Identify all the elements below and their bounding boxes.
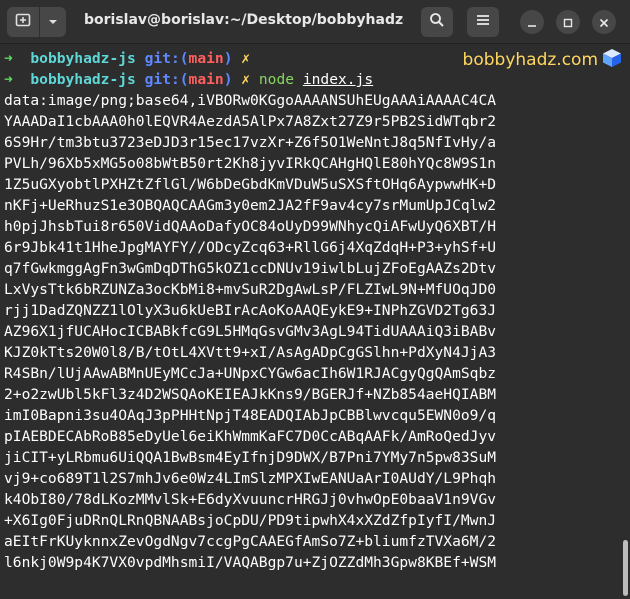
output-line: KJZ0kTts20W0l8/B/tOtL4XVtt9+xI/AsAgADpCg… <box>4 344 497 361</box>
scrollbar-thumb[interactable] <box>623 540 628 596</box>
new-tab-button[interactable] <box>7 7 39 37</box>
output-line: +X6Ig0FjuDRnQLRnQBNAABsjoCpDU/PD9tipwhX4… <box>4 512 497 529</box>
command-argument: index.js <box>302 71 374 88</box>
cube-icon <box>602 48 622 73</box>
output-line: imI0Bapni3su4OAqJ3pPHHtNpjT48EADQIAbJpCB… <box>4 407 497 424</box>
prompt-directory: bobbyhadz-js <box>30 71 136 88</box>
hamburger-menu-button[interactable] <box>467 7 499 37</box>
search-icon <box>429 12 445 32</box>
prompt-git-prefix: git:( <box>144 50 189 67</box>
title-bar: borislav@borislav:~/Desktop/bobbyhadz-r.… <box>0 0 630 44</box>
prompt-git-prefix: git:( <box>144 71 189 88</box>
search-button[interactable] <box>421 7 453 37</box>
prompt-dirty-icon: ✗ <box>241 71 251 88</box>
output-line: jiCIT+yLRbmu6UiQQA1BwBsm4EyIfnjD9DWX/B7P… <box>4 449 497 466</box>
watermark: bobbyhadz.com <box>463 48 622 72</box>
output-line: vj9+co689T1l2S7mhJv6e0Wz4LImSlzMPXIwEANU… <box>4 470 497 487</box>
command-name: node <box>258 71 295 88</box>
output-line: rjj1DadZQNZZ1lOlyX3u6kUeBIrAcAoKoAAQEykE… <box>4 302 497 319</box>
prompt-arrow-icon: ➜ <box>4 50 13 67</box>
prompt-arrow-icon: ➜ <box>4 71 13 88</box>
minimize-icon <box>527 13 537 32</box>
prompt-git-suffix: ) <box>223 50 233 67</box>
hamburger-menu-icon <box>475 12 491 32</box>
output-line: l6nkj0W9p4K7VX0vpdMhsmiI/VAQABgp7u+ZjOZZ… <box>4 554 497 571</box>
output-line: k4ObI80/78dLKozMMvlSk+E6dyXvuuncrHRGJj0v… <box>4 491 497 508</box>
close-button[interactable] <box>592 10 616 34</box>
output-line: data:image/png;base64,iVBORw0KGgoAAAANSU… <box>4 92 497 109</box>
maximize-button[interactable] <box>556 10 580 34</box>
prompt-git-suffix: ) <box>223 71 233 88</box>
chevron-down-icon <box>47 13 59 32</box>
new-tab-icon <box>15 12 31 32</box>
prompt-line: ➜ bobbyhadz-js git:(main) ✗ <box>4 48 250 69</box>
output-line: h0pjJhsbTui8r650VidQAAoDafyOC84oUyD99WNh… <box>4 218 497 235</box>
output-line: LxVysTtk6bRZUNZa3ocKbMi8+mvSuR2DgAwLsP/F… <box>4 281 497 298</box>
terminal-window: borislav@borislav:~/Desktop/bobbyhadz-r.… <box>0 0 630 599</box>
close-icon <box>599 13 609 32</box>
prompt-directory: bobbyhadz-js <box>30 50 136 67</box>
prompt-dirty-icon: ✗ <box>241 50 251 67</box>
output-line: R4SBn/lUjAAwABMnUEyMCcJa+UNpxCYGw6acIh6W… <box>4 365 497 382</box>
output-line: nKFj+UeRhuzS1e3OBQAQCAAGm3y0em2JA2fF9av4… <box>4 197 497 214</box>
output-line: q7fGwkmggAgFn3wGmDqDThG5kOZ1ccDNUv19iwlb… <box>4 260 497 277</box>
output-line: 1Z5uGXyobtlPXHZtZflGl/W6bDeGbdKmVDuW5uSX… <box>4 176 497 193</box>
prompt-branch: main <box>188 71 224 88</box>
output-line: 2+o2zwUbl5kFl3z4D2WSQAoKEIEAJkKns9/BGERJ… <box>4 386 497 403</box>
tab-menu-button[interactable] <box>40 7 66 37</box>
terminal-output-area[interactable]: bobbyhadz.com ➜ bobbyhadz-js git:(main) … <box>0 44 630 599</box>
output-line: PVLh/96Xb5xMG5o08bWtB50rt2Kh8jyvIRkQCAHg… <box>4 155 497 172</box>
output-line: 6r9Jbk41t1HheJpgMAYFY//ODcyZcq63+RllG6j4… <box>4 239 497 256</box>
output-line: pIAEBDECAbRoB85eDyUel6eiKhWmmKaFC7D0CcAB… <box>4 428 497 445</box>
output-line: YAAADaI1cbAAA0h0lEQVR4AezdA5AlPx7A8Zxt27… <box>4 113 497 130</box>
prompt-line: ➜ bobbyhadz-js git:(main) ✗ node index.j… <box>4 69 373 90</box>
watermark-text: bobbyhadz.com <box>462 50 598 70</box>
minimize-button[interactable] <box>520 10 544 34</box>
output-line: AZ96X1jfUCAHocICBABkfcG9L5HMqGsvGMv3AgL9… <box>4 323 497 340</box>
output-line: 6S9Hr/tm3btu3723eDJD3r15ec17vzXr+Z6f5O1W… <box>4 134 497 151</box>
output-line: aEItFrKUyknnxZevOgdNgv7ccgPgCAAEGfAmSo7Z… <box>4 533 497 550</box>
window-title: borislav@borislav:~/Desktop/bobbyhadz-r.… <box>84 12 404 28</box>
prompt-branch: main <box>188 50 224 67</box>
maximize-icon <box>563 13 573 32</box>
